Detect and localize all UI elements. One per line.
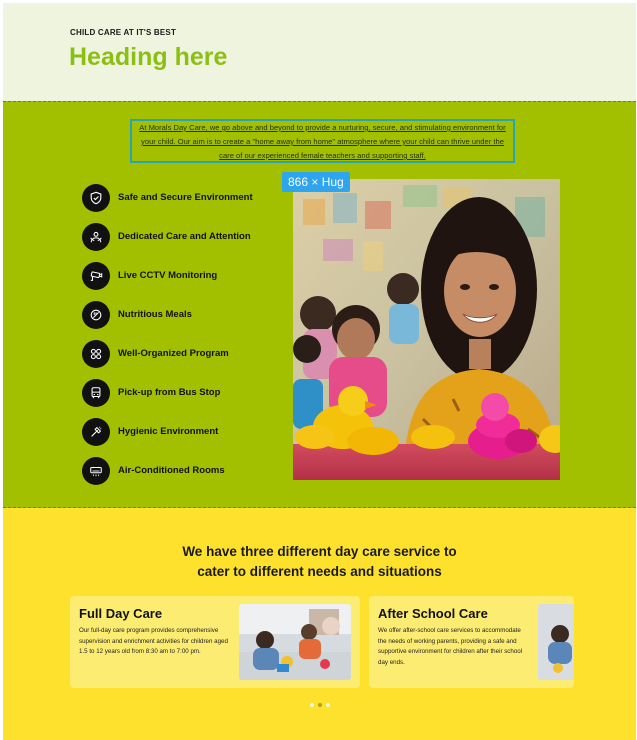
service-card-description: We offer after-school care services to a… [378,627,523,666]
carousel-dot[interactable] [326,703,330,707]
feature-label: Live CCTV Monitoring [118,270,218,281]
meal-icon [82,300,110,329]
care-hands-icon [82,222,110,251]
services-section: We have three different day care service… [3,508,636,740]
feature-item: Pick-up from Bus Stop [82,373,292,412]
feature-label: Safe and Secure Environment [118,192,253,203]
carousel-dot[interactable] [310,703,314,707]
service-card-image [538,604,574,680]
bus-icon [82,378,110,407]
feature-item: Nutritious Meals [82,295,292,334]
service-card-description: Our full-day care program provides compr… [79,627,228,655]
feature-label: Air-Conditioned Rooms [118,465,225,476]
carousel-dot-active[interactable] [318,703,322,707]
features-section: At Morals Day Care, we go above and beyo… [3,101,636,508]
feature-label: Nutritious Meals [118,309,192,320]
teacher-children-photo [293,179,560,480]
feature-label: Well-Organized Program [118,348,229,359]
air-conditioner-icon [82,456,110,485]
hero-section: CHILD CARE AT IT'S BEST Heading here [3,3,636,101]
feature-item: Safe and Secure Environment [82,178,292,217]
page-heading: Heading here [69,43,228,71]
services-title-line2: cater to different needs and situations [197,564,442,579]
feature-item: Air-Conditioned Rooms [82,451,292,490]
program-grid-icon [82,339,110,368]
feature-item: Live CCTV Monitoring [82,256,292,295]
feature-item: Dedicated Care and Attention [82,217,292,256]
hygiene-icon [82,417,110,446]
services-title: We have three different day care service… [3,542,636,582]
service-card-title: After School Care [378,606,488,621]
service-card-after-school[interactable]: After School Care We offer after-school … [369,596,574,688]
feature-item: Well-Organized Program [82,334,292,373]
shield-icon [82,183,110,212]
intro-paragraph[interactable]: At Morals Day Care, we go above and beyo… [130,119,515,163]
selection-size-badge: 866 × Hug [282,172,350,192]
feature-item: Hygienic Environment [82,412,292,451]
service-card-image [239,604,351,680]
services-title-line1: We have three different day care service… [182,544,457,559]
eyebrow-text: CHILD CARE AT IT'S BEST [70,28,177,37]
feature-label: Dedicated Care and Attention [118,231,251,242]
service-card-full-day[interactable]: Full Day Care Our full-day care program … [70,596,360,688]
service-card-title: Full Day Care [79,606,163,621]
cctv-camera-icon [82,261,110,290]
feature-list: Safe and Secure Environment Dedicated Ca… [82,178,292,490]
feature-label: Pick-up from Bus Stop [118,387,221,398]
feature-label: Hygienic Environment [118,426,219,437]
carousel-pagination [310,703,330,707]
